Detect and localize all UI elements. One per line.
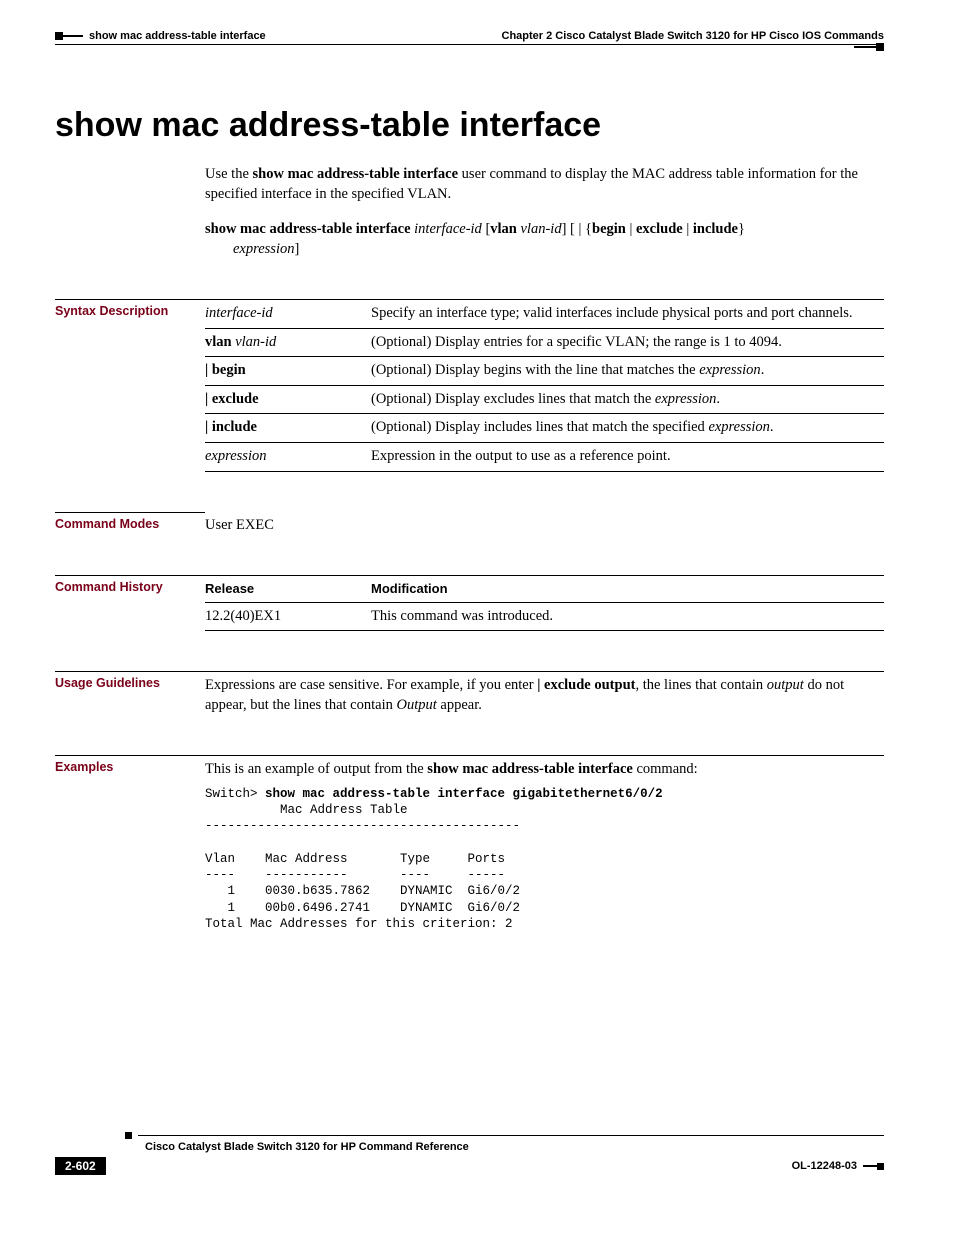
section-label: Examples <box>55 755 205 932</box>
syntax-desc: (Optional) Display entries for a specifi… <box>371 328 884 357</box>
page-footer: Cisco Catalyst Blade Switch 3120 for HP … <box>55 1132 884 1175</box>
command-history-section: Command History Release Modification 12.… <box>55 575 884 631</box>
examples-section: Examples This is an example of output fr… <box>55 755 884 932</box>
syntax-row: interface-idSpecify an interface type; v… <box>205 300 884 329</box>
syntax-desc: (Optional) Display excludes lines that m… <box>371 385 884 414</box>
syntax-param: | begin <box>205 357 371 386</box>
syntax-desc: Specify an interface type; valid interfa… <box>371 300 884 329</box>
syntax-row: vlan vlan-id(Optional) Display entries f… <box>205 328 884 357</box>
page-title: show mac address-table interface <box>55 106 884 145</box>
syntax-param: | exclude <box>205 385 371 414</box>
syntax-row: | include(Optional) Display includes lin… <box>205 414 884 443</box>
syntax-param: expression <box>205 443 371 472</box>
page-number: 2-602 <box>55 1157 106 1175</box>
syntax-desc: Expression in the output to use as a ref… <box>371 443 884 472</box>
footer-doc-title: Cisco Catalyst Blade Switch 3120 for HP … <box>145 1141 884 1153</box>
doc-id: OL-12248-03 <box>792 1160 857 1172</box>
history-header-release: Release <box>205 576 371 603</box>
example-intro: This is an example of output from the sh… <box>205 760 884 780</box>
syntax-row: expressionExpression in the output to us… <box>205 443 884 472</box>
section-label: Syntax Description <box>55 299 205 471</box>
command-modes-value: User EXEC <box>205 512 884 536</box>
syntax-param: interface-id <box>205 300 371 329</box>
chapter-title: Chapter 2 Cisco Catalyst Blade Switch 31… <box>502 30 884 42</box>
syntax-param: | include <box>205 414 371 443</box>
history-modification: This command was introduced. <box>371 602 884 631</box>
syntax-desc: (Optional) Display begins with the line … <box>371 357 884 386</box>
section-label: Command History <box>55 575 205 631</box>
example-output: Switch> show mac address-table interface… <box>205 786 884 932</box>
history-table: Release Modification 12.2(40)EX1 This co… <box>205 575 884 631</box>
breadcrumb: show mac address-table interface <box>89 30 266 42</box>
usage-guidelines-section: Usage Guidelines Expressions are case se… <box>55 671 884 715</box>
page-header: show mac address-table interface Chapter… <box>55 30 884 45</box>
syntax-description-section: Syntax Description interface-idSpecify a… <box>55 299 884 471</box>
syntax-row: | begin(Optional) Display begins with th… <box>205 357 884 386</box>
syntax-desc: (Optional) Display includes lines that m… <box>371 414 884 443</box>
syntax-param: vlan vlan-id <box>205 328 371 357</box>
intro-paragraph: Use the show mac address-table interface… <box>205 165 884 204</box>
command-syntax: show mac address-table interface interfa… <box>205 219 884 260</box>
syntax-row: | exclude(Optional) Display excludes lin… <box>205 385 884 414</box>
syntax-table: interface-idSpecify an interface type; v… <box>205 299 884 471</box>
history-header-modification: Modification <box>371 576 884 603</box>
command-modes-section: Command Modes User EXEC <box>55 512 884 536</box>
usage-text: Expressions are case sensitive. For exam… <box>205 671 884 715</box>
section-label: Command Modes <box>55 512 205 536</box>
history-release: 12.2(40)EX1 <box>205 602 371 631</box>
section-label: Usage Guidelines <box>55 671 205 715</box>
